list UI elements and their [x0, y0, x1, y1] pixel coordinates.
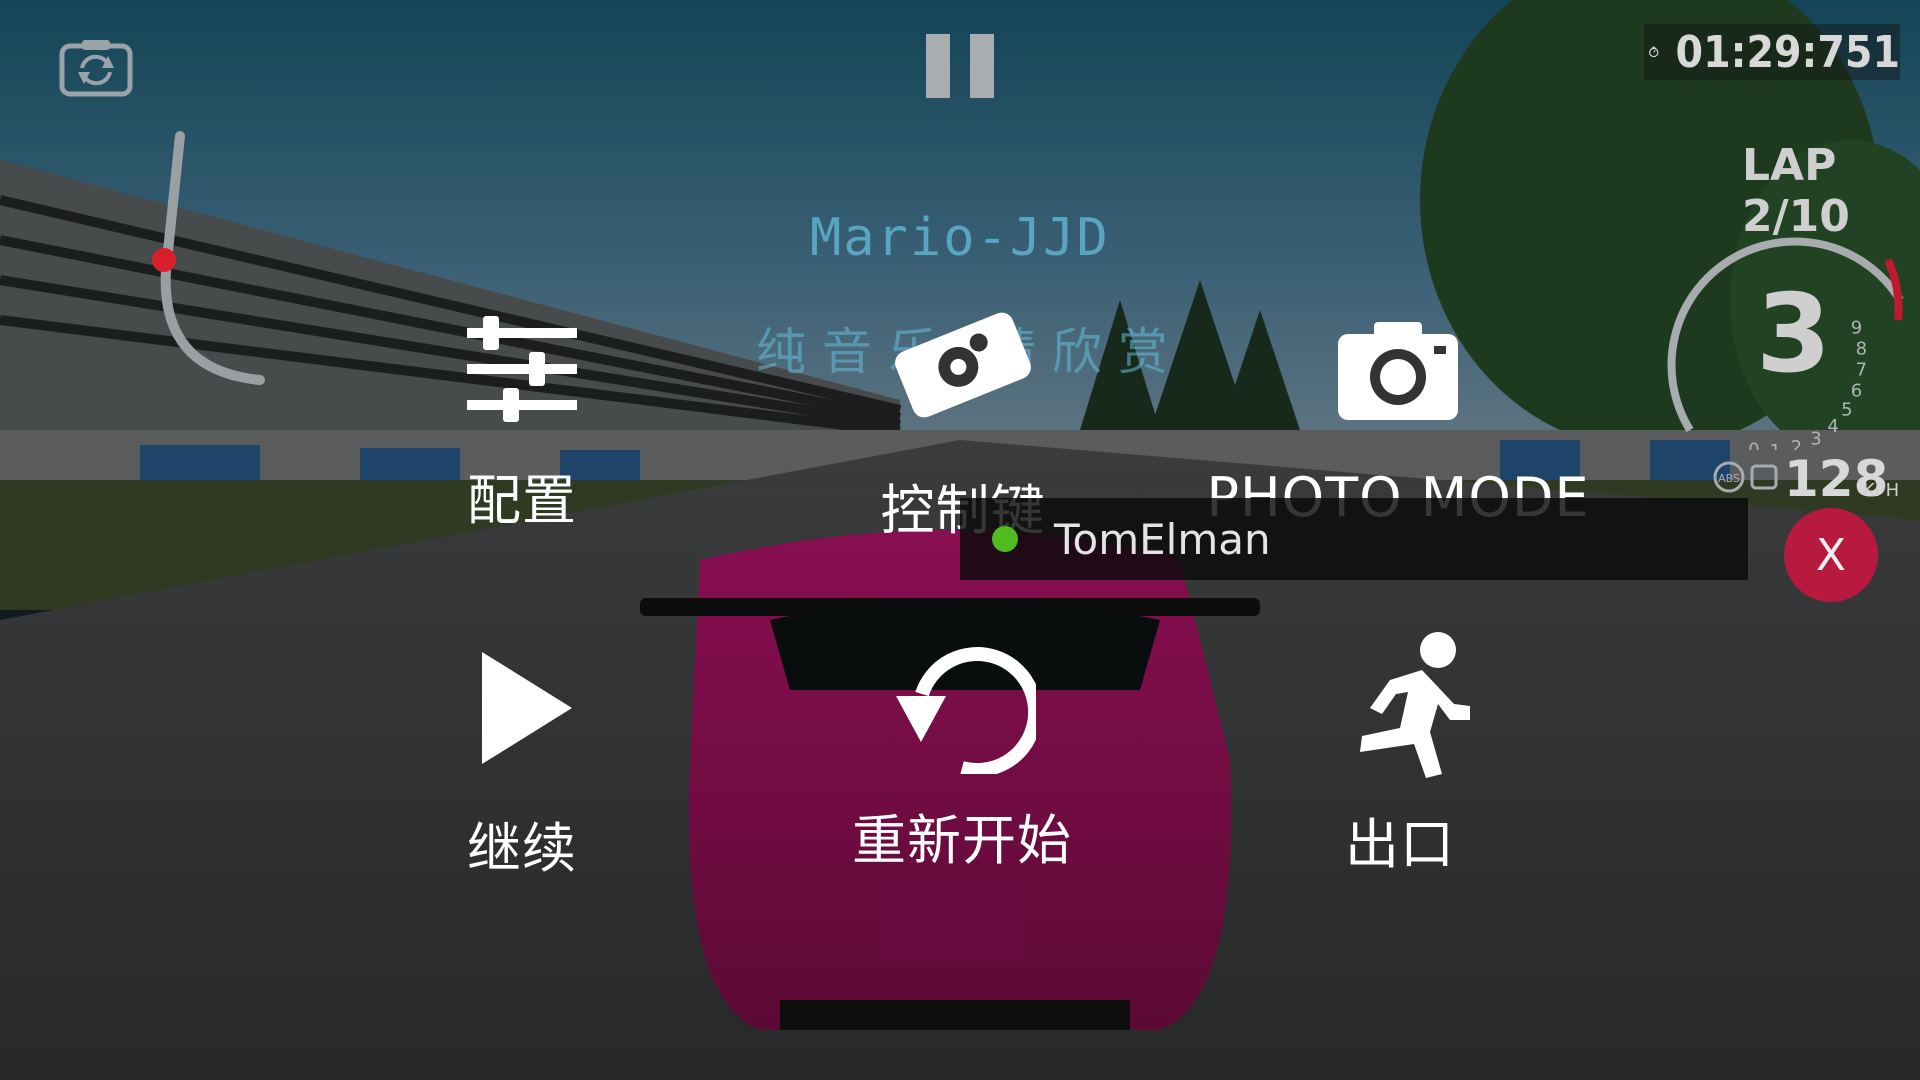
close-button-label: X [1815, 529, 1847, 581]
restart-icon [896, 647, 1036, 774]
watermark-line1: Mario-JJD [810, 208, 1110, 268]
lap-time-text: 01:29:751 [1675, 26, 1900, 78]
menu-label-restart: 重新开始 [852, 809, 1072, 872]
camera-switch-icon[interactable] [58, 36, 134, 98]
player-position-marker [152, 248, 176, 272]
close-button[interactable]: X [1784, 508, 1878, 602]
sliders-icon [467, 316, 577, 422]
player-notification: TomElman [960, 498, 1748, 580]
menu-label-config: 配置 [467, 469, 577, 532]
tach-tick-label: 4 [1827, 416, 1838, 437]
online-status-dot [992, 526, 1018, 552]
tach-tick-label: 2 [1791, 437, 1802, 450]
tach-tick-label: 3 [1810, 429, 1821, 450]
gear-indicator: 3 [1756, 272, 1832, 397]
speed-unit: KPH [1863, 480, 1900, 501]
svg-text:ABS: ABS [1718, 472, 1740, 485]
track-progress-gauge [152, 131, 265, 385]
tach-tick-label: 1 [1770, 441, 1781, 450]
lap-timer: 01:29:751 [1644, 24, 1900, 80]
phone-gear-icon [895, 312, 1031, 418]
tach-tick-label: 9 [1851, 318, 1862, 339]
stopwatch-icon [1649, 46, 1659, 58]
menu-item-resume[interactable]: 继续 [460, 652, 584, 883]
tach-tick-label: 6 [1851, 381, 1862, 402]
player-name: TomElman [1054, 514, 1271, 564]
tach-tick-label: 8 [1856, 338, 1867, 359]
menu-item-restart[interactable]: 重新开始 [832, 644, 1092, 875]
tach-tick-label: 7 [1856, 360, 1867, 381]
tach-tick-label: 5 [1841, 400, 1852, 421]
tach-tick-label: 0 [1748, 440, 1759, 450]
play-icon [482, 652, 572, 764]
menu-label-exit: 出口 [1345, 813, 1455, 876]
pause-icon[interactable] [926, 34, 996, 98]
camera-icon [1338, 322, 1458, 420]
menu-label-resume: 继续 [467, 817, 577, 880]
menu-item-config[interactable]: 配置 [460, 312, 584, 535]
running-man-icon [1360, 632, 1470, 778]
abs-tcs-icons: ABS [1713, 461, 1778, 493]
menu-item-exit[interactable]: 出口 [1320, 632, 1480, 879]
